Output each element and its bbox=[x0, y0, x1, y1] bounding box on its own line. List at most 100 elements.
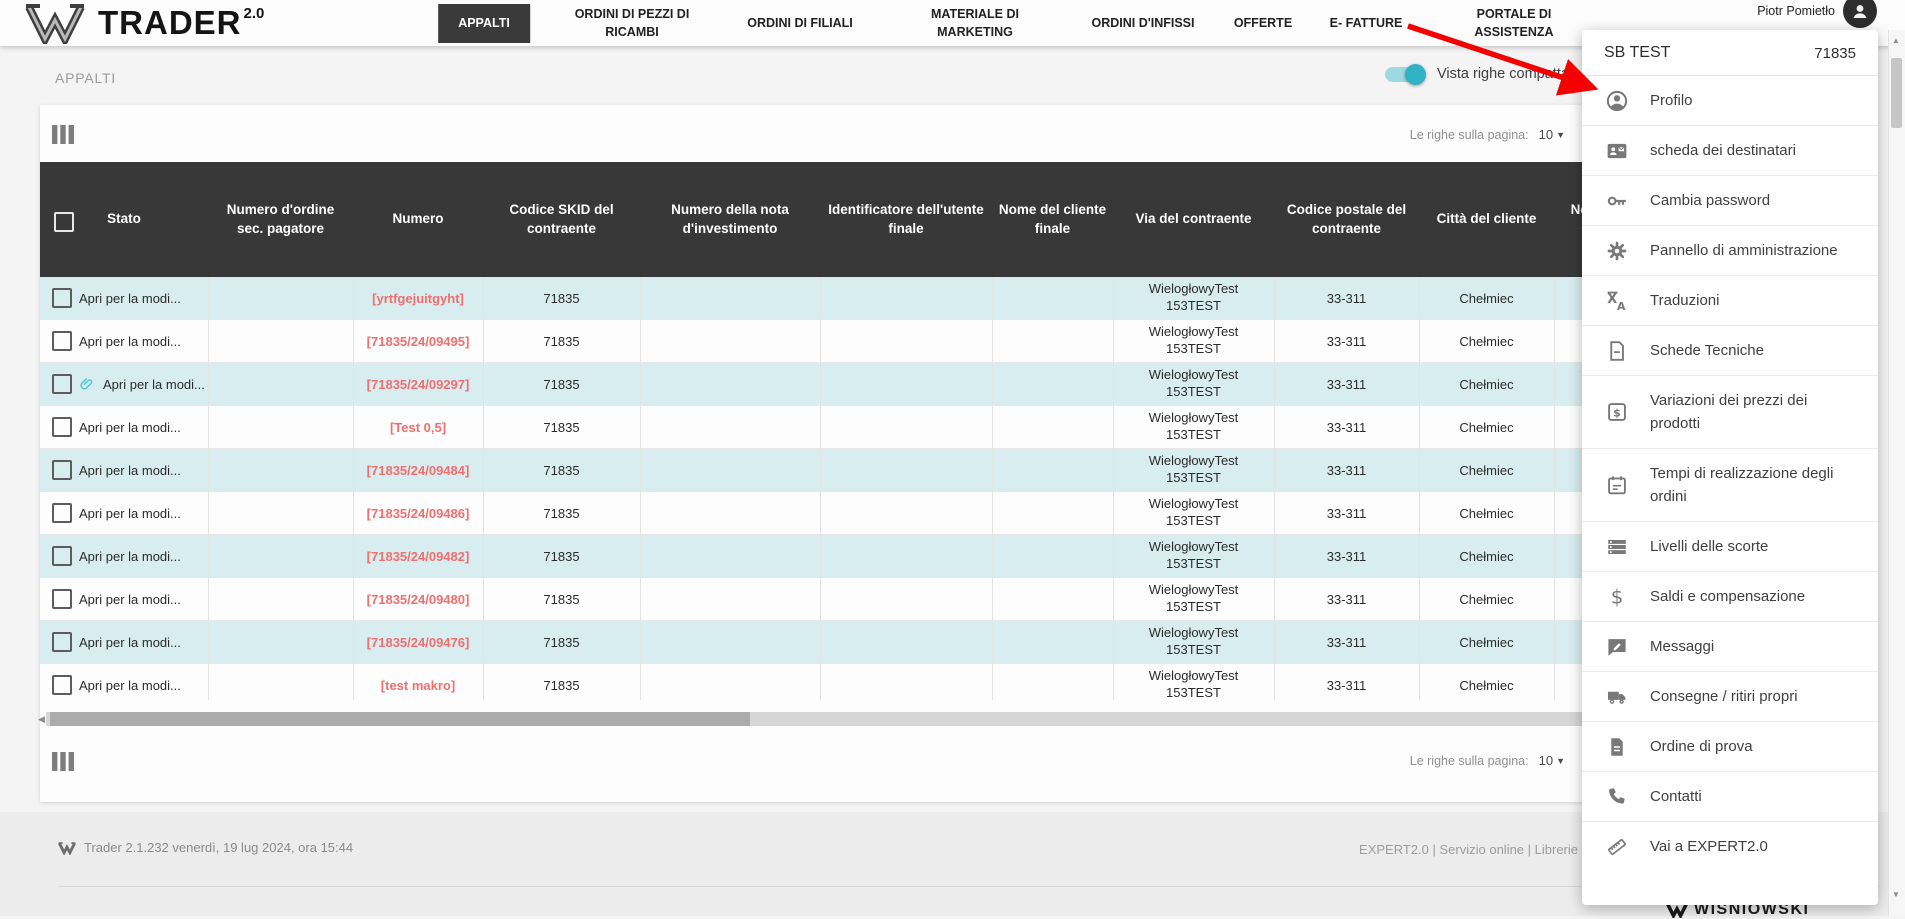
cell-numero[interactable]: [71835/24/09480] bbox=[353, 577, 484, 621]
row-status-link[interactable]: Apri per la modi... bbox=[79, 334, 181, 349]
column-header: Codice postale del contraente bbox=[1274, 162, 1419, 277]
nav-item-appalti[interactable]: APPALTI bbox=[438, 4, 530, 43]
row-checkbox[interactable] bbox=[52, 503, 72, 523]
row-status-link[interactable]: Apri per la modi... bbox=[79, 463, 181, 478]
numero-link[interactable]: [71835/24/09486] bbox=[367, 506, 470, 521]
menu-item-ordine-di-prova[interactable]: Ordine di prova bbox=[1582, 722, 1878, 772]
row-status-link[interactable]: Apri per la modi... bbox=[79, 291, 181, 306]
menu-item-traduzioni[interactable]: X A Traduzioni bbox=[1582, 276, 1878, 326]
cell-via-contraente: WielogłowyTest 153TEST bbox=[1113, 362, 1275, 406]
nav-item-offerte[interactable]: OFFERTE bbox=[1218, 0, 1308, 46]
column-header: Numero d'ordine sec. pagatore bbox=[208, 162, 353, 277]
menu-item-contatti[interactable]: Contatti bbox=[1582, 772, 1878, 822]
scroll-down-arrow-icon[interactable]: ▼ bbox=[1892, 890, 1900, 899]
menu-item-livelli-delle-scorte[interactable]: Livelli delle scorte bbox=[1582, 522, 1878, 572]
nav-item-ordini-di-pezzi-di-ricambi[interactable]: ORDINI DI PEZZI DI RICAMBI bbox=[547, 0, 717, 46]
cell-nome-cliente-finale bbox=[992, 491, 1114, 535]
horizontal-scrollbar-thumb[interactable] bbox=[50, 712, 750, 726]
cell-nome-cliente-finale bbox=[992, 448, 1114, 492]
cell-numero[interactable]: [71835/24/09495] bbox=[353, 319, 484, 363]
menu-item-schede-tecniche[interactable]: Schede Tecniche bbox=[1582, 326, 1878, 376]
rows-per-page-select[interactable]: 10 ▼ bbox=[1539, 753, 1565, 768]
horizontal-scrollbar[interactable]: ◀ bbox=[38, 712, 1591, 726]
cell-identificatore-utente bbox=[820, 319, 993, 363]
cell-numero[interactable]: [71835/24/09476] bbox=[353, 620, 484, 664]
menu-item-cambia-password[interactable]: Cambia password bbox=[1582, 176, 1878, 226]
menu-item-profilo[interactable]: Profilo bbox=[1582, 76, 1878, 126]
row-checkbox[interactable] bbox=[52, 331, 72, 351]
row-status-link[interactable]: Apri per la modi... bbox=[79, 420, 181, 435]
columns-icon[interactable] bbox=[52, 752, 74, 771]
row-status-link[interactable]: Apri per la modi... bbox=[103, 377, 205, 392]
menu-item-variazioni-dei-prezzi-dei-prodotti[interactable]: $ Variazioni dei prezzi dei prodotti bbox=[1582, 376, 1878, 449]
vertical-scrollbar-thumb[interactable] bbox=[1891, 58, 1902, 128]
nav-item-ordini-di-filiali[interactable]: ORDINI DI FILIALI bbox=[745, 0, 855, 46]
nav-item-materiale-di-marketing[interactable]: MATERIALE DI MARKETING bbox=[900, 0, 1050, 46]
cell-numero[interactable]: [71835/24/09484] bbox=[353, 448, 484, 492]
row-checkbox[interactable] bbox=[52, 417, 72, 437]
chevron-down-icon: ▼ bbox=[1556, 755, 1565, 766]
row-status-link[interactable]: Apri per la modi... bbox=[79, 678, 181, 693]
cell-nota-investimento bbox=[640, 577, 821, 621]
compact-view-toggle[interactable] bbox=[1385, 63, 1426, 85]
columns-icon[interactable] bbox=[52, 125, 74, 144]
numero-link[interactable]: [71835/24/09476] bbox=[367, 635, 470, 650]
menu-item-messaggi[interactable]: Messaggi bbox=[1582, 622, 1878, 672]
row-checkbox[interactable] bbox=[52, 589, 72, 609]
avatar[interactable] bbox=[1843, 0, 1877, 28]
row-status-link[interactable]: Apri per la modi... bbox=[79, 635, 181, 650]
numero-link[interactable]: [test makro] bbox=[381, 678, 455, 693]
vertical-scrollbar[interactable]: ▲ ▼ bbox=[1888, 30, 1905, 916]
cell-numero[interactable]: [71835/24/09486] bbox=[353, 491, 484, 535]
column-header: Identificatore dell'utente finale bbox=[820, 162, 992, 277]
numero-link[interactable]: [71835/24/09297] bbox=[367, 377, 470, 392]
cell-citta-cliente: Chełmiec bbox=[1419, 534, 1555, 578]
footer-links[interactable]: EXPERT2.0 | Servizio online | Librerie bbox=[1359, 842, 1578, 857]
nav-item-ordini-d-infissi[interactable]: ORDINI D'INFISSI bbox=[1086, 0, 1201, 46]
cell-numero-ordine-pagatore bbox=[208, 577, 354, 621]
numero-link[interactable]: [71835/24/09495] bbox=[367, 334, 470, 349]
cell-numero[interactable]: [yrtfgejuitgyht] bbox=[353, 277, 484, 320]
rows-per-page-label: Le righe sulla pagina: bbox=[1409, 127, 1529, 142]
cell-codice-postale: 33-311 bbox=[1274, 577, 1420, 621]
compact-view-label: Vista righe compatta bbox=[1437, 66, 1569, 82]
cell-numero-ordine-pagatore bbox=[208, 491, 354, 535]
numero-link[interactable]: [71835/24/09482] bbox=[367, 549, 470, 564]
nav-item-portale-di-assistenza[interactable]: PORTALE DI ASSISTENZA bbox=[1449, 0, 1579, 46]
cell-nota-investimento bbox=[640, 319, 821, 363]
menu-item-pannello-di-amministrazione[interactable]: Pannello di amministrazione bbox=[1582, 226, 1878, 276]
table-row: Apri per la modi... [Test 0,5] 71835 Wielog… bbox=[40, 405, 1721, 449]
row-status-link[interactable]: Apri per la modi... bbox=[79, 592, 181, 607]
cell-citta-cliente: Chełmiec bbox=[1419, 620, 1555, 664]
menu-item-scheda-dei-destinatari[interactable]: scheda dei destinatari bbox=[1582, 126, 1878, 176]
scroll-up-arrow-icon[interactable]: ▲ bbox=[1892, 36, 1900, 45]
row-status-link[interactable]: Apri per la modi... bbox=[79, 506, 181, 521]
cell-codice-skid: 71835 bbox=[483, 534, 641, 578]
footer-version: Trader 2.1.232 venerdì, 19 lug 2024, ora… bbox=[58, 840, 353, 855]
row-checkbox[interactable] bbox=[52, 374, 72, 394]
cell-numero[interactable]: [71835/24/09482] bbox=[353, 534, 484, 578]
row-checkbox[interactable] bbox=[52, 546, 72, 566]
row-checkbox[interactable] bbox=[52, 632, 72, 652]
numero-link[interactable]: [yrtfgejuitgyht] bbox=[372, 291, 464, 306]
rows-per-page-select[interactable]: 10 ▼ bbox=[1539, 127, 1565, 142]
menu-item-tempi-di-realizzazione-degli-ordini[interactable]: Tempi di realizzazione degli ordini bbox=[1582, 449, 1878, 522]
nav-item-e-fatture[interactable]: E- FATTURE bbox=[1326, 0, 1406, 46]
cell-via-contraente: WielogłowyTest 153TEST bbox=[1113, 491, 1275, 535]
menu-item-saldi-e-compensazione[interactable]: $ Saldi e compensazione bbox=[1582, 572, 1878, 622]
numero-link[interactable]: [71835/24/09480] bbox=[367, 592, 470, 607]
row-checkbox[interactable] bbox=[52, 460, 72, 480]
scroll-left-arrow-icon[interactable]: ◀ bbox=[38, 714, 45, 725]
cell-numero-ordine-pagatore bbox=[208, 277, 354, 320]
row-checkbox[interactable] bbox=[52, 288, 72, 308]
cell-numero[interactable]: [71835/24/09297] bbox=[353, 362, 484, 406]
row-status-link[interactable]: Apri per la modi... bbox=[79, 549, 181, 564]
numero-link[interactable]: [Test 0,5] bbox=[390, 420, 446, 435]
menu-item-vai-a-expert2-0[interactable]: Vai a EXPERT2.0 bbox=[1582, 822, 1878, 871]
cell-numero[interactable]: [test makro] bbox=[353, 663, 484, 700]
row-checkbox[interactable] bbox=[52, 675, 72, 695]
numero-link[interactable]: [71835/24/09484] bbox=[367, 463, 470, 478]
cell-numero[interactable]: [Test 0,5] bbox=[353, 405, 484, 449]
select-all-checkbox[interactable] bbox=[54, 212, 74, 232]
menu-item-consegne-ritiri-propri[interactable]: Consegne / ritiri propri bbox=[1582, 672, 1878, 722]
